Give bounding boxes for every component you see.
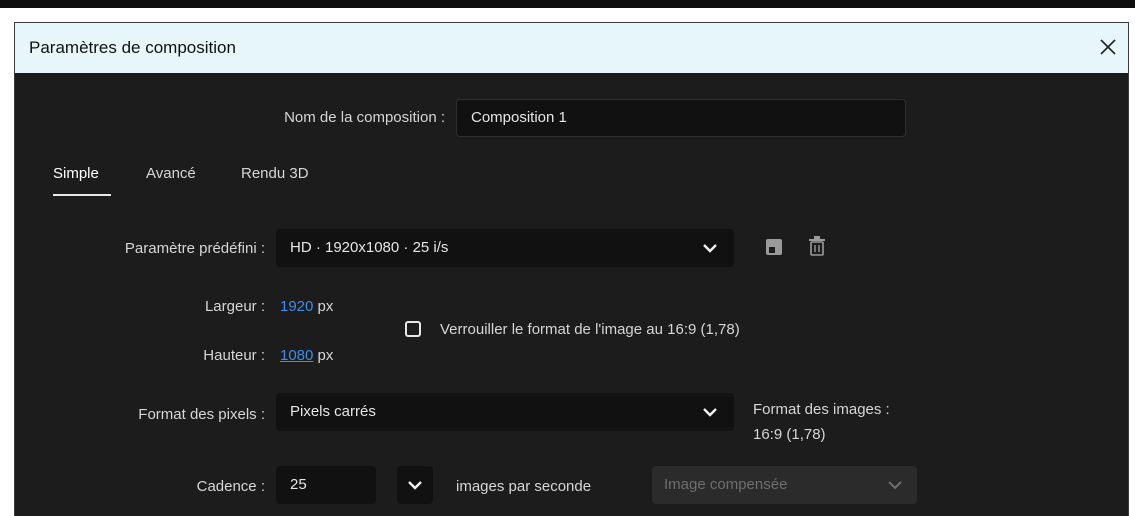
top-background-strip bbox=[0, 0, 1135, 8]
height-label: Hauteur : bbox=[203, 347, 265, 364]
chevron-down-icon bbox=[888, 481, 902, 490]
pixel-aspect-label: Format des pixels : bbox=[138, 406, 265, 423]
tab-simple[interactable]: Simple bbox=[53, 165, 99, 182]
height-unit: px bbox=[317, 347, 334, 364]
frame-blending-placeholder: Image compensée bbox=[664, 476, 788, 493]
width-unit: px bbox=[317, 298, 334, 315]
frame-rate-label: Cadence : bbox=[196, 478, 265, 495]
composition-name-value: Composition 1 bbox=[471, 109, 567, 126]
width-field: 1920 px bbox=[280, 298, 333, 315]
close-icon[interactable] bbox=[1095, 34, 1121, 60]
frame-rate-value: 25 bbox=[290, 476, 307, 493]
frame-aspect-value: 16:9 (1,78) bbox=[753, 426, 826, 443]
preset-value: HD · 1920x1080 · 25 i/s bbox=[290, 239, 449, 256]
chevron-down-icon bbox=[408, 481, 422, 490]
chevron-down-icon bbox=[703, 244, 717, 253]
left-background-edge bbox=[0, 8, 14, 515]
composition-settings-dialog: Paramètres de composition Nom de la comp… bbox=[14, 22, 1129, 516]
lock-aspect-label: Verrouiller le format de l'image au 16:9… bbox=[440, 321, 740, 338]
height-field: 1080 px bbox=[280, 347, 333, 364]
height-value[interactable]: 1080 bbox=[280, 347, 313, 364]
tab-avance[interactable]: Avancé bbox=[146, 165, 196, 182]
tab-rendu-3d[interactable]: Rendu 3D bbox=[241, 165, 309, 182]
trash-icon[interactable] bbox=[808, 236, 826, 256]
composition-name-input[interactable]: Composition 1 bbox=[456, 99, 906, 137]
dialog-title: Paramètres de composition bbox=[29, 38, 236, 57]
lock-aspect-checkbox[interactable] bbox=[405, 321, 421, 337]
width-value[interactable]: 1920 bbox=[280, 298, 313, 315]
dialog-titlebar: Paramètres de composition bbox=[15, 23, 1128, 73]
active-tab-indicator bbox=[53, 194, 111, 196]
pixel-aspect-dropdown[interactable]: Pixels carrés bbox=[276, 393, 734, 431]
frame-rate-unit-label: images par seconde bbox=[456, 478, 592, 495]
frame-blending-dropdown: Image compensée bbox=[652, 466, 917, 504]
pixel-aspect-value: Pixels carrés bbox=[290, 403, 376, 420]
chevron-down-icon bbox=[703, 408, 717, 417]
preset-label: Paramètre prédéfini : bbox=[124, 240, 265, 257]
save-preset-icon[interactable] bbox=[765, 238, 783, 256]
frame-rate-dropdown-button[interactable] bbox=[397, 466, 433, 504]
frame-aspect-label: Format des images : bbox=[753, 401, 890, 418]
frame-rate-input[interactable]: 25 bbox=[276, 466, 376, 504]
width-label: Largeur : bbox=[204, 298, 265, 315]
preset-dropdown[interactable]: HD · 1920x1080 · 25 i/s bbox=[276, 229, 734, 267]
composition-name-label: Nom de la composition : bbox=[284, 109, 445, 126]
